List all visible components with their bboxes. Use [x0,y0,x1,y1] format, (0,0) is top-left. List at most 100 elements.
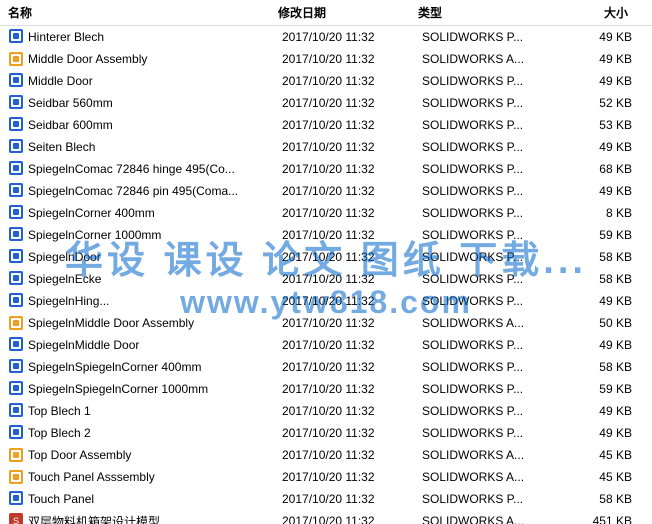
file-date: 2017/10/20 11:32 [282,316,422,330]
file-size: 45 KB [562,448,632,462]
assembly-icon [9,448,23,462]
file-type: SOLIDWORKS P... [422,272,562,286]
file-date: 2017/10/20 11:32 [282,492,422,506]
file-date: 2017/10/20 11:32 [282,360,422,374]
file-size: 49 KB [562,184,632,198]
assembly-icon [9,470,23,484]
file-date: 2017/10/20 11:32 [282,30,422,44]
file-size: 49 KB [562,294,632,308]
part-icon [9,381,23,398]
file-size: 49 KB [562,338,632,352]
table-row[interactable]: SpiegelnCorner 400mm2017/10/20 11:32SOLI… [0,202,652,224]
file-name: SpiegelnEcke [28,272,282,286]
file-type: SOLIDWORKS P... [422,338,562,352]
file-name: Touch Panel [28,492,282,506]
assembly-icon [9,52,23,66]
file-name: SpiegelnSpiegelnCorner 1000mm [28,382,282,396]
file-type: SOLIDWORKS P... [422,426,562,440]
part-icon [9,139,23,156]
table-row[interactable]: Top Blech 12017/10/20 11:32SOLIDWORKS P.… [0,400,652,422]
part-icon [9,249,23,266]
file-name: Seidbar 600mm [28,118,282,132]
part-icon [9,293,23,310]
table-row[interactable]: Hinterer Blech2017/10/20 11:32SOLIDWORKS… [0,26,652,48]
table-row[interactable]: S双层物料机箱架设计模型2017/10/20 11:32SOLIDWORKS A… [0,510,652,524]
table-row[interactable]: Middle Door Assembly2017/10/20 11:32SOLI… [0,48,652,70]
header-type[interactable]: 类型 [418,4,558,21]
table-row[interactable]: Touch Panel Asssembly2017/10/20 11:32SOL… [0,466,652,488]
table-row[interactable]: SpiegelnSpiegelnCorner 1000mm2017/10/20 … [0,378,652,400]
part-icon [9,227,23,244]
assembly-icon [9,316,23,330]
file-size: 50 KB [562,316,632,330]
file-name: Hinterer Blech [28,30,282,44]
part-icon [9,403,23,420]
part-icon [9,205,23,222]
file-date: 2017/10/20 11:32 [282,162,422,176]
file-date: 2017/10/20 11:32 [282,294,422,308]
file-name: SpiegelnHing... [28,294,282,308]
table-row[interactable]: SpiegelnComac 72846 pin 495(Coma...2017/… [0,180,652,202]
part-icon [9,117,23,134]
table-row[interactable]: SpiegelnMiddle Door2017/10/20 11:32SOLID… [0,334,652,356]
file-name: 双层物料机箱架设计模型 [28,513,282,524]
file-size: 52 KB [562,96,632,110]
file-type: SOLIDWORKS P... [422,30,562,44]
file-name: Seidbar 560mm [28,96,282,110]
file-size: 59 KB [562,382,632,396]
file-date: 2017/10/20 11:32 [282,96,422,110]
file-date: 2017/10/20 11:32 [282,140,422,154]
part-icon [9,73,23,90]
file-size: 49 KB [562,52,632,66]
file-type: SOLIDWORKS P... [422,74,562,88]
file-date: 2017/10/20 11:32 [282,514,422,524]
header-size[interactable]: 大小 [558,4,628,21]
file-date: 2017/10/20 11:32 [282,52,422,66]
file-name: SpiegelnMiddle Door [28,338,282,352]
table-row[interactable]: Touch Panel2017/10/20 11:32SOLIDWORKS P.… [0,488,652,510]
file-type: SOLIDWORKS P... [422,162,562,176]
file-name: Top Door Assembly [28,448,282,462]
file-date: 2017/10/20 11:32 [282,228,422,242]
file-size: 8 KB [562,206,632,220]
file-date: 2017/10/20 11:32 [282,382,422,396]
file-date: 2017/10/20 11:32 [282,118,422,132]
chinese-model-icon: S [9,513,23,524]
file-name: Top Blech 2 [28,426,282,440]
table-row[interactable]: Seidbar 560mm2017/10/20 11:32SOLIDWORKS … [0,92,652,114]
part-icon [9,491,23,508]
file-type: SOLIDWORKS P... [422,184,562,198]
file-type: SOLIDWORKS A... [422,448,562,462]
table-row[interactable]: Seiten Blech2017/10/20 11:32SOLIDWORKS P… [0,136,652,158]
table-row[interactable]: Middle Door2017/10/20 11:32SOLIDWORKS P.… [0,70,652,92]
table-row[interactable]: SpiegelnSpiegelnCorner 400mm2017/10/20 1… [0,356,652,378]
file-type: SOLIDWORKS A... [422,52,562,66]
table-row[interactable]: Seidbar 600mm2017/10/20 11:32SOLIDWORKS … [0,114,652,136]
file-size: 49 KB [562,426,632,440]
file-date: 2017/10/20 11:32 [282,206,422,220]
header-date[interactable]: 修改日期 [278,4,418,21]
table-row[interactable]: Top Blech 22017/10/20 11:32SOLIDWORKS P.… [0,422,652,444]
table-row[interactable]: SpiegelnEcke2017/10/20 11:32SOLIDWORKS P… [0,268,652,290]
file-size: 58 KB [562,250,632,264]
file-size: 49 KB [562,404,632,418]
header-name[interactable]: 名称 [8,4,278,21]
file-size: 451 KB [562,514,632,524]
file-type: SOLIDWORKS P... [422,404,562,418]
file-date: 2017/10/20 11:32 [282,74,422,88]
table-row[interactable]: SpiegelnCorner 1000mm2017/10/20 11:32SOL… [0,224,652,246]
file-date: 2017/10/20 11:32 [282,272,422,286]
file-name: Middle Door Assembly [28,52,282,66]
file-list[interactable]: Hinterer Blech2017/10/20 11:32SOLIDWORKS… [0,26,652,524]
file-type: SOLIDWORKS P... [422,228,562,242]
table-row[interactable]: Top Door Assembly2017/10/20 11:32SOLIDWO… [0,444,652,466]
part-icon [9,95,23,112]
table-row[interactable]: SpiegelnHing...2017/10/20 11:32SOLIDWORK… [0,290,652,312]
table-row[interactable]: SpiegelnDoor2017/10/20 11:32SOLIDWORKS P… [0,246,652,268]
file-size: 45 KB [562,470,632,484]
file-size: 49 KB [562,74,632,88]
file-date: 2017/10/20 11:32 [282,448,422,462]
table-row[interactable]: SpiegelnComac 72846 hinge 495(Co...2017/… [0,158,652,180]
table-row[interactable]: SpiegelnMiddle Door Assembly2017/10/20 1… [0,312,652,334]
file-date: 2017/10/20 11:32 [282,404,422,418]
